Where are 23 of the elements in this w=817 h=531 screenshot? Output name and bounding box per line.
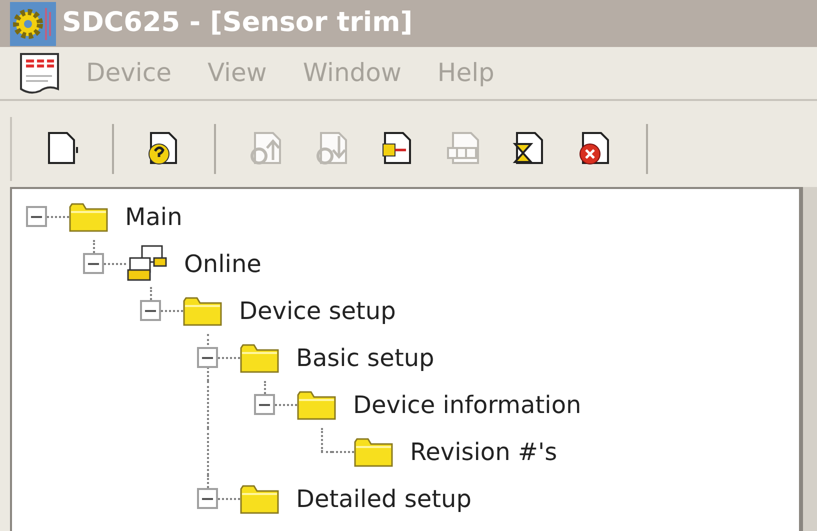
folder-icon xyxy=(240,482,280,514)
network-icon xyxy=(126,244,168,284)
collapse-toggle[interactable] xyxy=(197,347,218,368)
tree-item-label[interactable]: Detailed setup xyxy=(296,480,472,516)
tree-item-label[interactable]: Online xyxy=(184,246,262,282)
folder-icon xyxy=(297,388,337,420)
collapse-toggle[interactable] xyxy=(26,206,47,227)
tree-item-label[interactable]: Device information xyxy=(353,386,582,422)
tree-item-label[interactable]: Device setup xyxy=(239,292,396,328)
folder-icon xyxy=(69,200,109,232)
collapse-toggle[interactable] xyxy=(254,394,275,415)
folder-icon xyxy=(183,294,223,326)
tree-item-label[interactable]: Basic setup xyxy=(296,340,434,376)
collapse-toggle[interactable] xyxy=(83,253,104,274)
folder-icon xyxy=(354,436,394,468)
folder-icon xyxy=(240,342,280,374)
collapse-toggle[interactable] xyxy=(140,300,161,321)
tree-item-label[interactable]: Revision #'s xyxy=(410,434,558,470)
document-icon[interactable] xyxy=(18,51,62,95)
collapse-toggle[interactable] xyxy=(197,488,218,509)
window-title: SDC625 - [Sensor trim] xyxy=(62,6,413,40)
gear-icon[interactable] xyxy=(10,2,56,46)
tree-item-label[interactable]: Main xyxy=(125,198,182,234)
